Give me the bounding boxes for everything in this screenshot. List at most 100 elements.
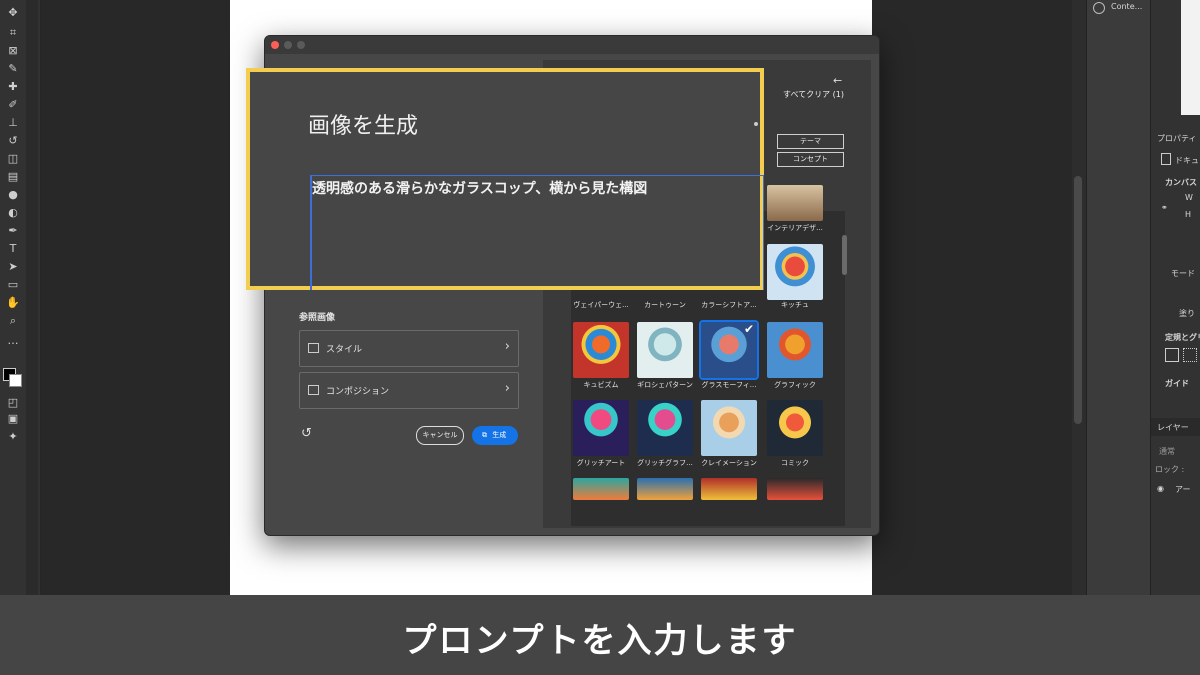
document-icon bbox=[1161, 153, 1171, 165]
history-brush-icon[interactable]: ↺ bbox=[6, 134, 20, 148]
caption-bar: プロンプトを入力します bbox=[0, 595, 1200, 675]
dialog-title: 画像を生成 bbox=[308, 114, 419, 139]
screen-mode-icon[interactable]: ▣ bbox=[6, 412, 20, 426]
lock-label: ロック : bbox=[1155, 465, 1185, 474]
style-label: ギロシェパターン bbox=[637, 381, 693, 389]
style-label: グラフィック bbox=[774, 381, 816, 389]
style-label: クレイメーション bbox=[701, 459, 757, 467]
ruler-toggle-icon[interactable] bbox=[1165, 348, 1179, 362]
rulers-section-title[interactable]: 定規とグリ bbox=[1165, 332, 1200, 343]
cancel-button[interactable]: キャンセル bbox=[416, 426, 464, 445]
eraser-tool-icon[interactable]: ◫ bbox=[6, 152, 20, 166]
canvas-section-title[interactable]: カンバス bbox=[1165, 177, 1197, 188]
blend-mode-select[interactable]: 通常 bbox=[1159, 446, 1175, 457]
claymation-thumbnail[interactable] bbox=[701, 400, 757, 456]
style-label: グラスモーフィ... bbox=[701, 381, 757, 389]
guides-section-title[interactable]: ガイド bbox=[1165, 378, 1189, 389]
chevron-right-icon: › bbox=[504, 339, 510, 354]
eyedropper-tool-icon[interactable]: ✎ bbox=[6, 62, 20, 76]
fill-label: 塗り bbox=[1179, 309, 1195, 318]
height-label: H bbox=[1185, 210, 1192, 219]
collapsed-panel-column: Conte... bbox=[1086, 0, 1151, 595]
zoom-tool-icon[interactable]: ⌕ bbox=[6, 314, 20, 328]
dodge-tool-icon[interactable]: ◐ bbox=[6, 206, 20, 220]
crop-tool-icon[interactable]: ⌗ bbox=[6, 26, 20, 40]
gradient-tool-icon[interactable]: ▤ bbox=[6, 170, 20, 184]
content-credentials-label[interactable]: Conte... bbox=[1111, 2, 1142, 11]
style-label: キュビズム bbox=[583, 381, 619, 389]
generate-button-label: 生成 bbox=[492, 431, 507, 439]
filter-chip-concept[interactable]: コンセプト bbox=[777, 152, 844, 167]
brush-tool-icon[interactable]: ✐ bbox=[6, 98, 20, 112]
mode-label: モード bbox=[1171, 269, 1195, 278]
dialog-titlebar bbox=[265, 36, 879, 54]
layers-tab[interactable]: レイヤー bbox=[1157, 422, 1189, 433]
style-label: コミック bbox=[781, 459, 809, 467]
composition-reference-label: コンポジション bbox=[326, 387, 390, 397]
image-icon bbox=[308, 343, 319, 353]
glitch-graphic-thumbnail[interactable] bbox=[637, 400, 693, 456]
reset-icon[interactable]: ↺ bbox=[301, 426, 312, 441]
generate-icon: ⧉ bbox=[482, 431, 487, 439]
style-label: キッチュ bbox=[781, 301, 809, 309]
glitch-art-thumbnail[interactable] bbox=[573, 400, 629, 456]
prompt-text: 透明感のある滑らかなガラスコップ、横から見た構図 bbox=[312, 181, 648, 197]
pen-tool-icon[interactable]: ✒ bbox=[6, 224, 20, 238]
image-icon bbox=[308, 385, 319, 395]
quick-mask-icon[interactable]: ◰ bbox=[6, 396, 20, 410]
canvas-scrollbar[interactable] bbox=[1074, 176, 1082, 424]
cubism-thumbnail[interactable] bbox=[573, 322, 629, 378]
clear-all-button[interactable]: すべてクリア (1) bbox=[783, 89, 844, 100]
more-tools-icon[interactable]: … bbox=[6, 334, 20, 348]
hand-tool-icon[interactable]: ✋ bbox=[6, 296, 20, 310]
comic-thumbnail[interactable] bbox=[767, 400, 823, 456]
minimize-window-button[interactable] bbox=[284, 41, 292, 49]
background-color-swatch[interactable] bbox=[9, 374, 22, 387]
stamp-tool-icon[interactable]: ⊥ bbox=[6, 116, 20, 130]
style-thumbnail[interactable] bbox=[701, 478, 757, 500]
properties-panel: プロパティ ドキュメ カンバス W H ⚭ モード 塗り 定規とグリ ガイド レ… bbox=[1150, 0, 1200, 595]
style-grid-scrollbar[interactable] bbox=[842, 235, 847, 275]
generate-button[interactable]: ⧉ 生成 bbox=[472, 426, 518, 445]
caption-text: プロンプトを入力します bbox=[402, 621, 798, 661]
style-label: ヴェイパーウェ... bbox=[573, 301, 629, 309]
style-label: インテリアデザ... bbox=[767, 224, 823, 232]
width-label: W bbox=[1185, 193, 1193, 202]
maximize-window-button[interactable] bbox=[297, 41, 305, 49]
style-label: グリッチアート bbox=[576, 459, 626, 467]
style-thumbnail[interactable] bbox=[767, 478, 823, 500]
blur-tool-icon[interactable]: ● bbox=[6, 188, 20, 202]
guilloche-thumbnail[interactable] bbox=[637, 322, 693, 378]
graphic-thumbnail[interactable] bbox=[767, 322, 823, 378]
layer-visibility-icon[interactable]: ◉ bbox=[1157, 484, 1164, 493]
type-tool-icon[interactable]: T bbox=[6, 242, 20, 256]
style-thumbnail[interactable] bbox=[573, 478, 629, 500]
style-thumbnail[interactable] bbox=[637, 478, 693, 500]
grid-toggle-icon[interactable] bbox=[1183, 348, 1197, 362]
link-icon[interactable]: ⚭ bbox=[1161, 203, 1168, 212]
vertical-ruler bbox=[26, 0, 38, 595]
style-reference-item[interactable]: スタイル › bbox=[299, 330, 519, 367]
properties-tab[interactable]: プロパティ bbox=[1157, 133, 1197, 144]
navigator-preview bbox=[1181, 0, 1200, 115]
composition-reference-item[interactable]: コンポジション › bbox=[299, 372, 519, 409]
healing-tool-icon[interactable]: ✚ bbox=[6, 80, 20, 94]
frame-tool-icon[interactable]: ⊠ bbox=[6, 44, 20, 58]
interior-design-thumbnail[interactable] bbox=[767, 185, 823, 221]
back-arrow-icon[interactable]: ← bbox=[833, 74, 842, 87]
shape-tool-icon[interactable]: ▭ bbox=[6, 278, 20, 292]
move-tool-icon[interactable]: ✥ bbox=[6, 6, 20, 20]
style-reference-label: スタイル bbox=[326, 345, 363, 355]
close-window-button[interactable] bbox=[271, 41, 279, 49]
select-tool-icon[interactable]: ➤ bbox=[6, 260, 20, 274]
selected-check-icon: ✔ bbox=[744, 322, 755, 336]
layer-name[interactable]: アー bbox=[1175, 484, 1191, 495]
content-credentials-icon[interactable] bbox=[1093, 2, 1105, 14]
kitsch-thumbnail[interactable] bbox=[767, 244, 823, 300]
style-label: グリッチグラフ... bbox=[637, 459, 693, 467]
filter-chip-theme[interactable]: テーマ bbox=[777, 134, 844, 149]
prompt-highlight-frame: 画像を生成 透明感のある滑らかなガラスコップ、横から見た構図 bbox=[246, 68, 764, 290]
chevron-right-icon: › bbox=[504, 381, 510, 396]
info-dot-icon bbox=[754, 122, 758, 126]
generate-image-tool-icon[interactable]: ✦ bbox=[6, 430, 20, 444]
